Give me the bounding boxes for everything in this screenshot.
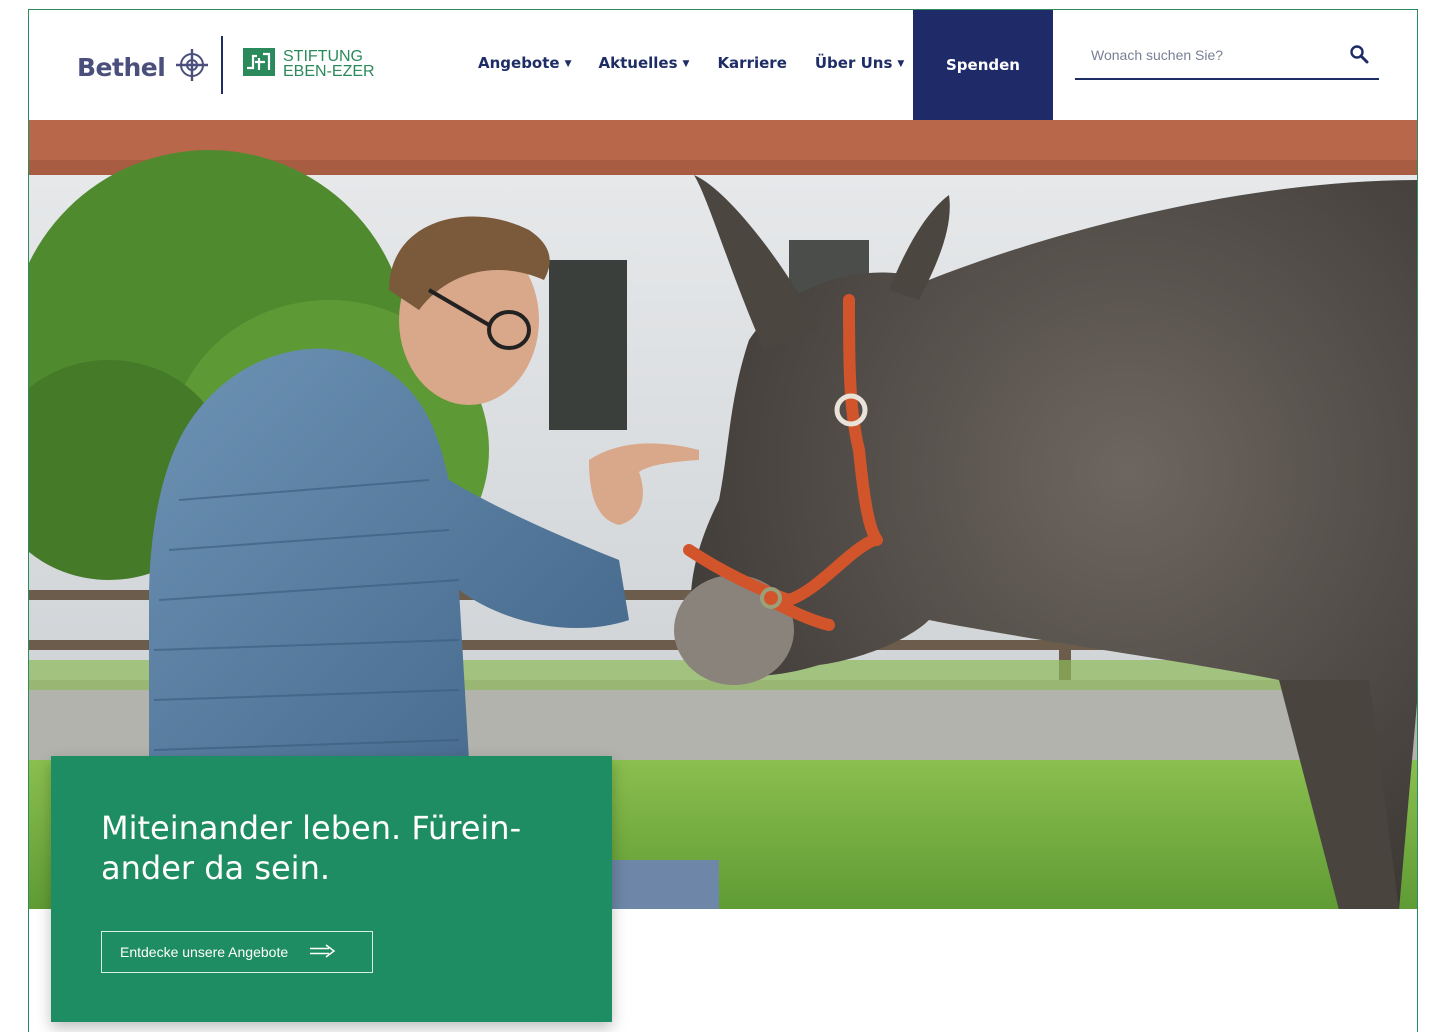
search-icon[interactable] xyxy=(1349,44,1369,68)
logo-divider xyxy=(221,36,223,94)
bethel-wordmark: Bethel xyxy=(77,52,166,82)
hero-title-line-1: Miteinander leben. Fürein- xyxy=(101,809,522,847)
donate-button[interactable]: Spenden xyxy=(913,10,1053,120)
cta-label: Entdecke unsere Angebote xyxy=(120,944,289,960)
stiftung-line-1: STIFTUNG xyxy=(283,48,363,65)
search-input[interactable] xyxy=(1089,42,1333,68)
nav-item-aktuelles[interactable]: Aktuelles ▼ xyxy=(599,54,690,72)
search-bar xyxy=(1075,40,1379,80)
caret-down-icon: ▼ xyxy=(564,58,572,69)
hero-callout: Miteinander leben. Fürein- ander da sein… xyxy=(51,756,612,1022)
nav-label: Aktuelles xyxy=(598,54,678,72)
page-frame: Bethel STIFTUNG EBEN-EZER Angebote ▼ Akt… xyxy=(28,9,1418,1032)
stiftung-text: STIFTUNG EBEN-EZER xyxy=(283,48,375,80)
stiftung-mark-icon xyxy=(243,48,275,80)
site-header: Bethel STIFTUNG EBEN-EZER Angebote ▼ Akt… xyxy=(29,10,1417,120)
nav-item-angebote[interactable]: Angebote ▼ xyxy=(478,54,572,72)
main-nav: Angebote ▼ Aktuelles ▼ Karriere Über Uns ▼ xyxy=(478,54,904,72)
nav-item-ueber-uns[interactable]: Über Uns ▼ xyxy=(815,54,904,72)
nav-label: Karriere xyxy=(717,54,787,72)
hero-title-line-2: ander da sein. xyxy=(101,849,331,887)
caret-down-icon: ▼ xyxy=(682,58,690,69)
stiftung-eben-ezer-logo[interactable]: STIFTUNG EBEN-EZER xyxy=(243,48,375,80)
hero-title: Miteinander leben. Fürein- ander da sein… xyxy=(101,808,581,888)
arrow-right-icon xyxy=(310,943,336,961)
bethel-cross-icon xyxy=(175,48,209,86)
bethel-logo[interactable]: Bethel xyxy=(77,48,209,86)
discover-offers-button[interactable]: Entdecke unsere Angebote xyxy=(101,931,373,973)
nav-label: Über Uns xyxy=(814,54,893,72)
nav-label: Angebote xyxy=(478,54,560,72)
caret-down-icon: ▼ xyxy=(897,58,905,69)
nav-item-karriere[interactable]: Karriere xyxy=(717,54,786,72)
stiftung-line-2: EBEN-EZER xyxy=(283,63,375,80)
